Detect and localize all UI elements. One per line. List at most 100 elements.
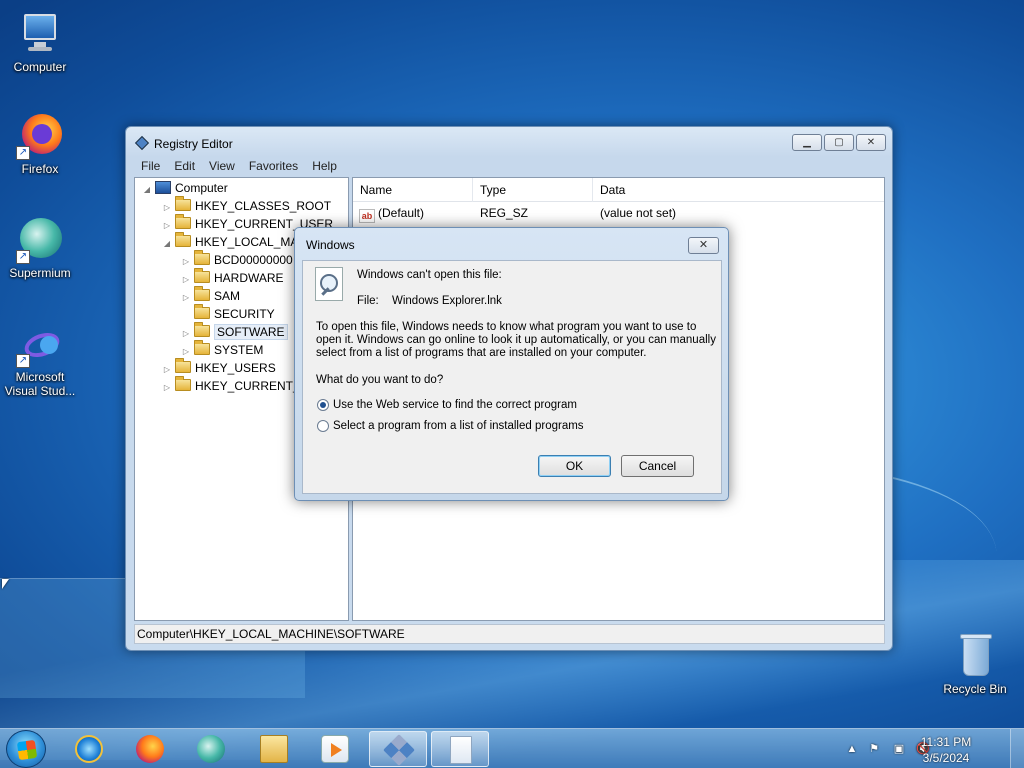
- taskbar-media-player[interactable]: [306, 731, 364, 767]
- tree-node-label: Computer: [175, 181, 228, 195]
- dialog-title: Windows: [306, 238, 355, 252]
- tree-node-label: SECURITY: [214, 307, 275, 321]
- windows-logo-icon: [16, 739, 38, 761]
- desktop-icon-label: Computer: [13, 60, 67, 74]
- folder-icon: [175, 214, 191, 229]
- value-type: REG_SZ: [480, 206, 529, 220]
- menu-favorites[interactable]: Favorites: [242, 157, 305, 175]
- tree-node-label: HKEY_CLASSES_ROOT: [195, 199, 332, 213]
- visual-studio-icon: ↗: [16, 328, 64, 368]
- tree-node-hku[interactable]: ▷ HKEY_USERS: [161, 358, 276, 377]
- action-center-flag-icon[interactable]: ⚑: [867, 742, 881, 756]
- radio-select-program-label[interactable]: Select a program from a list of installe…: [333, 420, 584, 432]
- dialog-description-line-1: To open this file, Windows needs to know…: [316, 321, 697, 333]
- taskbar-internet-explorer[interactable]: [60, 731, 118, 767]
- folder-icon: [194, 322, 210, 337]
- taskbar-firefox[interactable]: [121, 731, 179, 767]
- menu-help[interactable]: Help: [305, 157, 344, 175]
- internet-explorer-icon: [75, 735, 103, 763]
- tree-node-label: SYSTEM: [214, 343, 264, 357]
- value-data: (value not set): [600, 206, 677, 220]
- dialog-body: Windows can't open this file: File: Wind…: [302, 260, 722, 494]
- close-button[interactable]: ✕: [856, 134, 886, 151]
- column-header-data[interactable]: Data: [593, 178, 883, 202]
- taskbar: ▲ ⚑ ▣ 🔇 11:31 PM 3/5/2024: [0, 728, 1024, 768]
- tree-node-hklm[interactable]: ◢ HKEY_LOCAL_MAC: [161, 232, 308, 253]
- clock-date: 3/5/2024: [922, 751, 970, 765]
- tree-node-software[interactable]: ▷ SOFTWARE: [180, 322, 288, 341]
- radio-web-service[interactable]: [317, 399, 329, 411]
- tree-node-hkcc[interactable]: ▷ HKEY_CURRENT_C: [161, 376, 309, 397]
- column-header-name[interactable]: Name: [353, 178, 473, 202]
- menu-file[interactable]: File: [134, 157, 167, 175]
- folder-icon: [194, 286, 210, 301]
- expand-arrow-icon[interactable]: ▷: [161, 379, 173, 397]
- desktop-icon-supermium[interactable]: ↗ Supermium: [0, 216, 80, 280]
- desktop-icon-computer[interactable]: Computer: [0, 10, 80, 74]
- cancel-button[interactable]: Cancel: [621, 455, 694, 477]
- radio-web-service-label[interactable]: Use the Web service to find the correct …: [333, 399, 577, 411]
- folder-icon: [175, 376, 191, 391]
- shortcut-arrow-icon: ↗: [16, 354, 30, 368]
- file-name: Windows Explorer.lnk: [392, 295, 502, 307]
- window-title: Registry Editor: [154, 137, 233, 151]
- computer-icon: [16, 10, 64, 58]
- document-icon: [450, 736, 472, 764]
- tree-node-sam[interactable]: ▷ SAM: [180, 286, 241, 305]
- folder-icon: [175, 196, 191, 211]
- tree-node-label: BCD00000000: [214, 253, 293, 267]
- tree-node-label: HKEY_LOCAL_MAC: [195, 235, 308, 249]
- menu-edit[interactable]: Edit: [167, 157, 202, 175]
- minimize-button[interactable]: ▁: [792, 134, 822, 151]
- tree-node-hardware[interactable]: ▷ HARDWARE: [180, 268, 284, 287]
- folder-icon: [175, 358, 191, 373]
- magnifier-document-icon: [315, 267, 343, 301]
- recycle-bin-icon: [951, 632, 999, 680]
- column-header-type[interactable]: Type: [473, 178, 593, 202]
- file-label: File:: [357, 295, 379, 307]
- computer-icon: [155, 181, 171, 194]
- folder-icon: [194, 250, 210, 265]
- tree-node-label: SAM: [214, 289, 241, 303]
- maximize-button[interactable]: ▢: [824, 134, 854, 151]
- taskbar-registry-editor[interactable]: [369, 731, 427, 767]
- start-button[interactable]: [6, 730, 46, 768]
- desktop-icon-recycle-bin[interactable]: Recycle Bin: [935, 632, 1015, 696]
- desktop-icon-visual-studio[interactable]: ↗ Microsoft Visual Stud...: [0, 328, 80, 398]
- desktop-icon-label: Supermium: [9, 266, 71, 280]
- tree-node-label: HARDWARE: [214, 271, 284, 285]
- ok-button[interactable]: OK: [538, 455, 611, 477]
- tree-node-system[interactable]: ▷ SYSTEM: [180, 340, 264, 359]
- tree-node-hkcr[interactable]: ▷ HKEY_CLASSES_ROOT: [161, 196, 332, 215]
- radio-select-program[interactable]: [317, 420, 329, 432]
- taskbar-clock[interactable]: 11:31 PM 3/5/2024: [916, 734, 976, 766]
- taskbar-supermium[interactable]: [182, 731, 240, 767]
- menu-view[interactable]: View: [202, 157, 242, 175]
- network-icon[interactable]: ▣: [892, 742, 906, 756]
- regedit-icon: [383, 734, 415, 766]
- show-desktop-button[interactable]: [1010, 729, 1024, 768]
- taskbar-blank-document[interactable]: [431, 731, 489, 767]
- dialog-close-button[interactable]: ✕: [688, 237, 719, 254]
- tree-node-bcd[interactable]: ▷ BCD00000000: [180, 250, 293, 269]
- taskbar-file-explorer[interactable]: [245, 731, 303, 767]
- desktop-icon-firefox[interactable]: ↗ Firefox: [0, 112, 80, 176]
- media-player-icon: [321, 735, 349, 763]
- show-hidden-icons-icon[interactable]: ▲: [845, 742, 859, 756]
- status-bar: Computer\HKEY_LOCAL_MACHINE\SOFTWARE: [134, 624, 885, 644]
- folder-icon: [194, 340, 210, 355]
- collapse-arrow-icon[interactable]: ◢: [141, 181, 153, 199]
- tree-node-label: HKEY_USERS: [195, 361, 276, 375]
- list-row[interactable]: ab (Default) REG_SZ (value not set): [353, 203, 884, 223]
- value-name-cell: ab (Default): [359, 203, 424, 223]
- folder-icon: [260, 735, 288, 763]
- window-controls: ▁ ▢ ✕: [792, 134, 886, 151]
- collapse-arrow-icon[interactable]: ◢: [161, 235, 173, 253]
- dialog-heading: Windows can't open this file:: [357, 269, 502, 281]
- tree-node-security[interactable]: SECURITY: [180, 304, 275, 323]
- dialog-question: What do you want to do?: [316, 374, 444, 386]
- firefox-icon: ↗: [16, 112, 64, 160]
- tree-node-label: HKEY_CURRENT_C: [195, 379, 309, 393]
- tree-node-computer[interactable]: ◢ Computer: [141, 179, 228, 197]
- open-with-dialog[interactable]: Windows ✕ Windows can't open this file: …: [294, 227, 729, 501]
